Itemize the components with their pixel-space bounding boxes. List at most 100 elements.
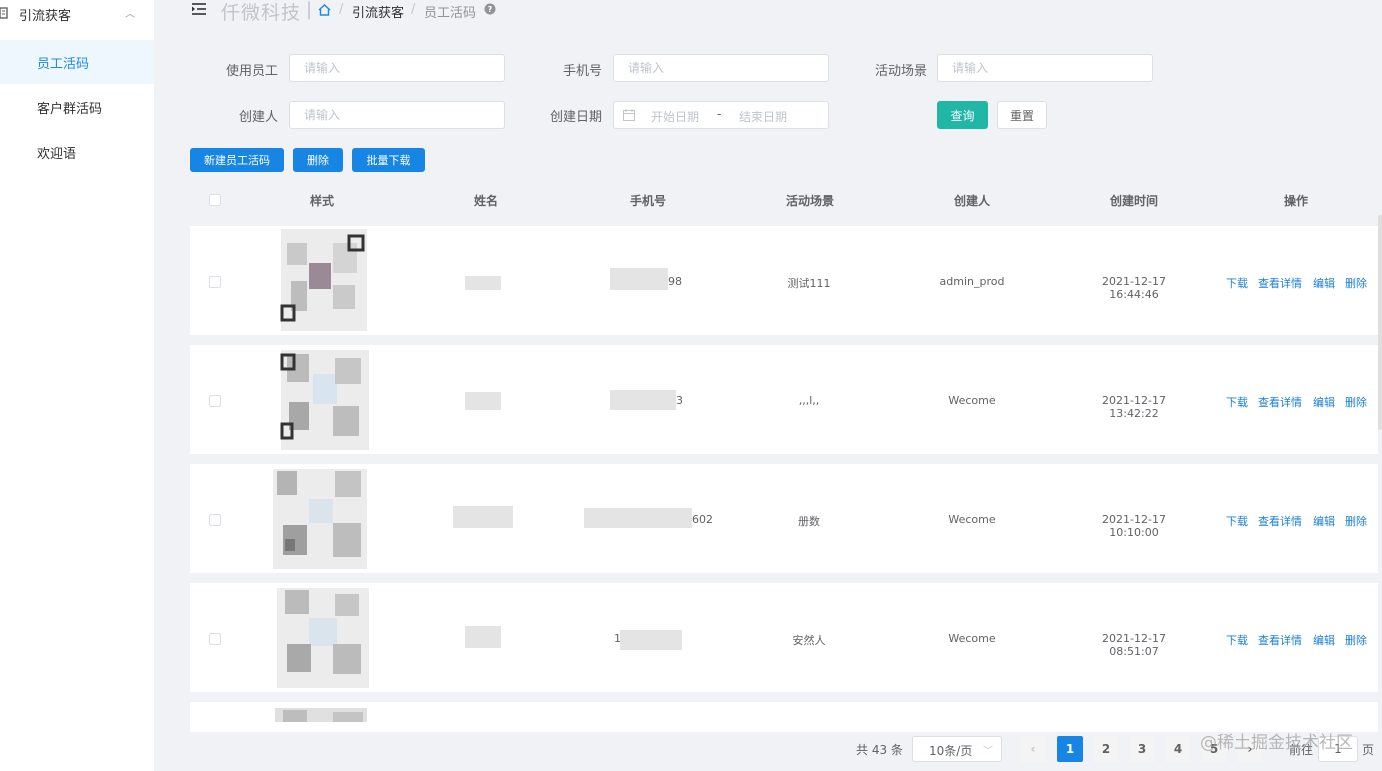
row-checkbox[interactable] [209, 276, 221, 288]
name-blurred [465, 626, 501, 648]
brand-title: 仟微科技 [221, 2, 302, 24]
chevron-down-icon: ﹀ [983, 746, 993, 757]
creator-cell: Wecome [948, 394, 996, 407]
breadcrumb-separator: / [411, 2, 416, 17]
page-button-1[interactable]: 1 [1057, 736, 1083, 762]
edit-link[interactable]: 编辑 [1313, 632, 1335, 648]
column-header-scene: 活动场景 [785, 194, 834, 208]
qr-code-image[interactable] [273, 225, 369, 335]
qr-code-icon [280, 350, 369, 450]
row-checkbox[interactable] [209, 633, 221, 645]
qr-code-image[interactable] [273, 463, 369, 573]
row-checkbox[interactable] [209, 395, 221, 407]
scene-input[interactable] [937, 54, 1153, 82]
creator-cell: admin_prod [939, 275, 1005, 288]
sidebar-item-welcome[interactable]: 欢迎语 [0, 130, 154, 174]
download-link[interactable]: 下载 [1226, 275, 1248, 291]
page-suffix-label: 页 [1362, 743, 1375, 757]
sidebar-group-lead-gen[interactable]: 引流获客 ︿ [0, 0, 154, 28]
download-link[interactable]: 下载 [1226, 513, 1248, 529]
brand-separator: | [306, 0, 313, 20]
name-blurred [465, 276, 501, 290]
column-header-name: 姓名 [473, 194, 498, 208]
phone-label: 手机号 [562, 64, 602, 79]
edit-link[interactable]: 编辑 [1313, 513, 1335, 529]
scene-cell: 测试111 [787, 277, 831, 290]
row-checkbox[interactable] [209, 514, 221, 526]
column-header-creator: 创建人 [953, 194, 990, 208]
creator-input[interactable] [289, 101, 505, 129]
download-link[interactable]: 下载 [1226, 632, 1248, 648]
creator-cell: Wecome [948, 632, 996, 645]
home-icon[interactable] [318, 4, 331, 16]
qr-code-image[interactable] [273, 344, 369, 454]
qr-code-icon [275, 708, 367, 722]
view-detail-link[interactable]: 查看详情 [1258, 394, 1302, 410]
phone-blurred [584, 508, 692, 528]
batch-download-button[interactable]: 批量下载 [352, 148, 425, 172]
created-time-cell: 2021-12-17 13:42:22 [1102, 394, 1166, 420]
date-range-picker[interactable]: 开始日期 - 结束日期 [613, 101, 829, 129]
qr-code-image[interactable] [273, 582, 369, 692]
date-start-field[interactable]: 开始日期 [651, 108, 699, 125]
menu-group-icon [0, 7, 8, 19]
svg-text:?: ? [488, 5, 493, 14]
view-detail-link[interactable]: 查看详情 [1258, 513, 1302, 529]
phone-number: 602 [692, 513, 713, 526]
employee-input[interactable] [289, 54, 505, 82]
new-employee-qr-button[interactable]: 新建员工活码 [190, 148, 284, 172]
employee-label: 使用员工 [225, 64, 278, 79]
sidebar-item-label: 欢迎语 [37, 146, 77, 162]
delete-link[interactable]: 删除 [1345, 275, 1367, 291]
breadcrumb-current: 员工活码 [424, 6, 477, 21]
sidebar-item-group-qr[interactable]: 客户群活码 [0, 85, 154, 129]
created-time-cell: 2021-12-17 16:44:46 [1102, 275, 1166, 301]
prev-page-button[interactable]: ‹ [1020, 736, 1046, 762]
select-all-checkbox[interactable] [209, 194, 221, 206]
page-button-3[interactable]: 3 [1129, 736, 1155, 762]
help-icon[interactable]: ? [484, 3, 496, 15]
date-end-field[interactable]: 结束日期 [739, 108, 787, 125]
delete-link[interactable]: 删除 [1345, 632, 1367, 648]
name-blurred [453, 506, 513, 528]
date-label: 创建日期 [549, 110, 602, 125]
sidebar-item-label: 员工活码 [37, 56, 90, 72]
reset-button[interactable]: 重置 [997, 101, 1047, 129]
page-size-select[interactable]: 10条/页 ﹀ [912, 736, 1002, 762]
scene-cell: 安然人 [792, 634, 826, 647]
scene-cell: 册数 [798, 515, 820, 528]
delete-link[interactable]: 删除 [1345, 513, 1367, 529]
phone-number: 3 [676, 394, 683, 407]
phone-number: 98 [668, 275, 682, 288]
sidebar-group-label: 引流获客 [19, 9, 72, 24]
chevron-up-icon: ︿ [125, 9, 135, 20]
page-button-4[interactable]: 4 [1165, 736, 1191, 762]
name-blurred [465, 392, 501, 410]
qr-code-icon [277, 588, 369, 688]
column-header-ops: 操作 [1283, 194, 1308, 208]
sidebar-item-employee-qr[interactable]: 员工活码 [0, 40, 154, 84]
menu-fold-icon[interactable] [191, 2, 207, 16]
column-header-style: 样式 [309, 194, 334, 208]
search-button[interactable]: 查询 [937, 101, 988, 129]
creator-label: 创建人 [238, 110, 278, 125]
pagination-total: 共 43 条 [856, 743, 903, 757]
view-detail-link[interactable]: 查看详情 [1258, 275, 1302, 291]
delete-button[interactable]: 删除 [293, 148, 343, 172]
delete-link[interactable]: 删除 [1345, 394, 1367, 410]
column-header-created: 创建时间 [1109, 194, 1158, 208]
page-button-2[interactable]: 2 [1093, 736, 1119, 762]
phone-blurred [610, 268, 668, 290]
edit-link[interactable]: 编辑 [1313, 394, 1335, 410]
edit-link[interactable]: 编辑 [1313, 275, 1335, 291]
breadcrumb-item[interactable]: 引流获客 [352, 2, 404, 21]
view-detail-link[interactable]: 查看详情 [1258, 632, 1302, 648]
created-time-cell: 2021-12-17 10:10:00 [1102, 513, 1166, 539]
creator-cell: Wecome [948, 513, 996, 526]
qr-code-icon [280, 229, 367, 331]
calendar-icon [623, 109, 635, 121]
download-link[interactable]: 下载 [1226, 394, 1248, 410]
table-scrollbar[interactable] [1378, 215, 1382, 430]
qr-code-image[interactable] [273, 702, 369, 722]
phone-input[interactable] [613, 54, 829, 82]
